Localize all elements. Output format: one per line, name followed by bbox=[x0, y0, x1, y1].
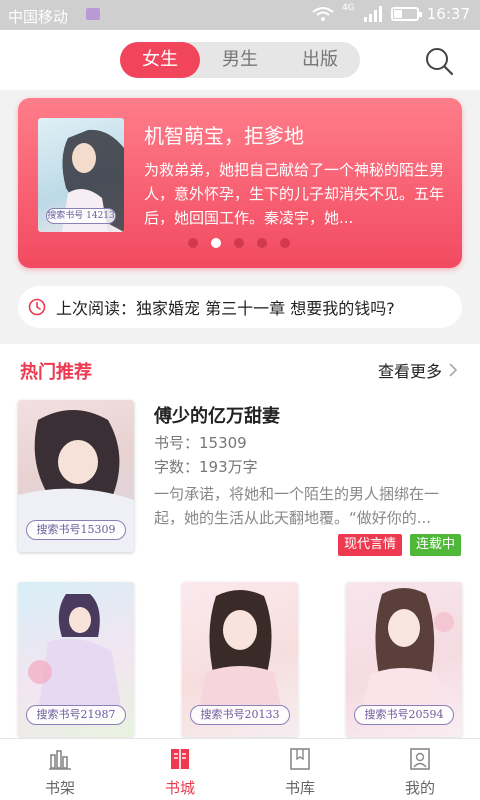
book-cover[interactable]: 搜索书号20133 bbox=[182, 582, 298, 737]
see-more-label: 查看更多 bbox=[377, 362, 442, 381]
featured-book-description: 一句承诺，将她和一个陌生的男人捆绑在一起，她的生活从此天翻地覆。“做好你的... bbox=[154, 485, 440, 527]
status-badge: 连载中 bbox=[410, 534, 462, 556]
top-bar: 女生 男生 出版 bbox=[0, 30, 480, 90]
profile-icon bbox=[410, 748, 430, 770]
bookstore-icon bbox=[171, 749, 189, 769]
signal-icon bbox=[363, 6, 382, 22]
featured-book-number: 书号：15309 bbox=[154, 434, 247, 452]
battery-icon bbox=[390, 7, 422, 21]
last-read-bar[interactable]: 上次阅读： 独家婚宠 第三十一章 想要我的钱吗? bbox=[18, 286, 462, 328]
status-icons: 4G 16:37 bbox=[312, 3, 470, 23]
tab-label: 我的 bbox=[404, 779, 435, 797]
book-cover[interactable]: 搜索书号20594 bbox=[346, 582, 462, 737]
banner-carousel[interactable]: 搜索书号 14213 机智萌宝，拒爹地 为救弟弟，她把自己献给了一个神秘的陌生男… bbox=[18, 98, 462, 268]
banner-title: 机智萌宝，拒爹地 bbox=[144, 124, 304, 148]
carousel-dot-active[interactable] bbox=[211, 238, 221, 248]
tab-label: 书架 bbox=[44, 779, 75, 797]
tab-publish[interactable]: 出版 bbox=[280, 42, 360, 78]
carousel-dot[interactable] bbox=[257, 238, 267, 248]
tab-bookshelf[interactable]: 书架 bbox=[0, 739, 120, 800]
last-read-title: 独家婚宠 第三十一章 想要我的钱吗? bbox=[136, 299, 395, 318]
tab-library[interactable]: 书库 bbox=[240, 739, 360, 800]
status-bar: 中国移动 4G 16:37 bbox=[0, 0, 480, 30]
tab-label: 书城 bbox=[164, 779, 195, 797]
cover-number: 搜索书号20133 bbox=[190, 705, 290, 725]
tab-female[interactable]: 女生 bbox=[120, 42, 200, 78]
banner-description: 为救弟弟，她把自己献给了一个神秘的陌生男人，意外怀孕，生下的儿子却消失不见。五年… bbox=[144, 161, 444, 227]
cover-number: 搜索书号20594 bbox=[354, 705, 454, 725]
hot-recommend-section: 热门推荐 查看更多 搜索书号15309 傅少的亿万甜妻 书号：15309 字数：… bbox=[0, 344, 480, 800]
banner-cover-number: 搜索书号 14213 bbox=[46, 208, 116, 224]
chevron-right-icon bbox=[449, 363, 458, 377]
carousel-dot[interactable] bbox=[234, 238, 244, 248]
featured-book-cover[interactable]: 搜索书号15309 bbox=[18, 400, 134, 552]
tab-male[interactable]: 男生 bbox=[200, 42, 280, 78]
carousel-dot[interactable] bbox=[280, 238, 290, 248]
bookshelf-icon bbox=[49, 750, 71, 770]
network-type: 4G bbox=[342, 3, 355, 13]
category-tabs: 女生 男生 出版 bbox=[120, 42, 360, 78]
search-icon[interactable] bbox=[424, 46, 454, 76]
clock-icon bbox=[28, 298, 46, 316]
library-icon bbox=[290, 748, 310, 770]
tab-bookstore[interactable]: 书城 bbox=[120, 739, 240, 800]
featured-cover-number: 搜索书号15309 bbox=[26, 520, 126, 540]
carousel-dot[interactable] bbox=[188, 238, 198, 248]
tab-label: 书库 bbox=[284, 779, 315, 797]
featured-word-count: 字数：193万字 bbox=[154, 458, 258, 476]
carousel-indicator bbox=[188, 238, 290, 248]
section-title: 热门推荐 bbox=[20, 362, 92, 383]
featured-book-title[interactable]: 傅少的亿万甜妻 bbox=[154, 402, 280, 428]
notification-icon bbox=[86, 8, 100, 20]
bottom-tab-bar: 书架 书城 书库 我的 bbox=[0, 738, 480, 800]
last-read-label: 上次阅读： bbox=[56, 299, 137, 318]
clock-time: 16:37 bbox=[426, 5, 470, 23]
genre-badge: 现代言情 bbox=[338, 534, 403, 556]
wifi-icon bbox=[312, 7, 334, 21]
cover-number: 搜索书号21987 bbox=[26, 705, 126, 725]
banner-area: 搜索书号 14213 机智萌宝，拒爹地 为救弟弟，她把自己献给了一个神秘的陌生男… bbox=[0, 90, 480, 336]
banner-book-cover[interactable]: 搜索书号 14213 bbox=[38, 118, 124, 232]
see-more-link[interactable]: 查看更多 bbox=[378, 358, 458, 382]
carrier-name: 中国移动 bbox=[8, 8, 69, 26]
book-cover[interactable]: 搜索书号21987 bbox=[18, 582, 134, 737]
tab-profile[interactable]: 我的 bbox=[360, 739, 480, 800]
